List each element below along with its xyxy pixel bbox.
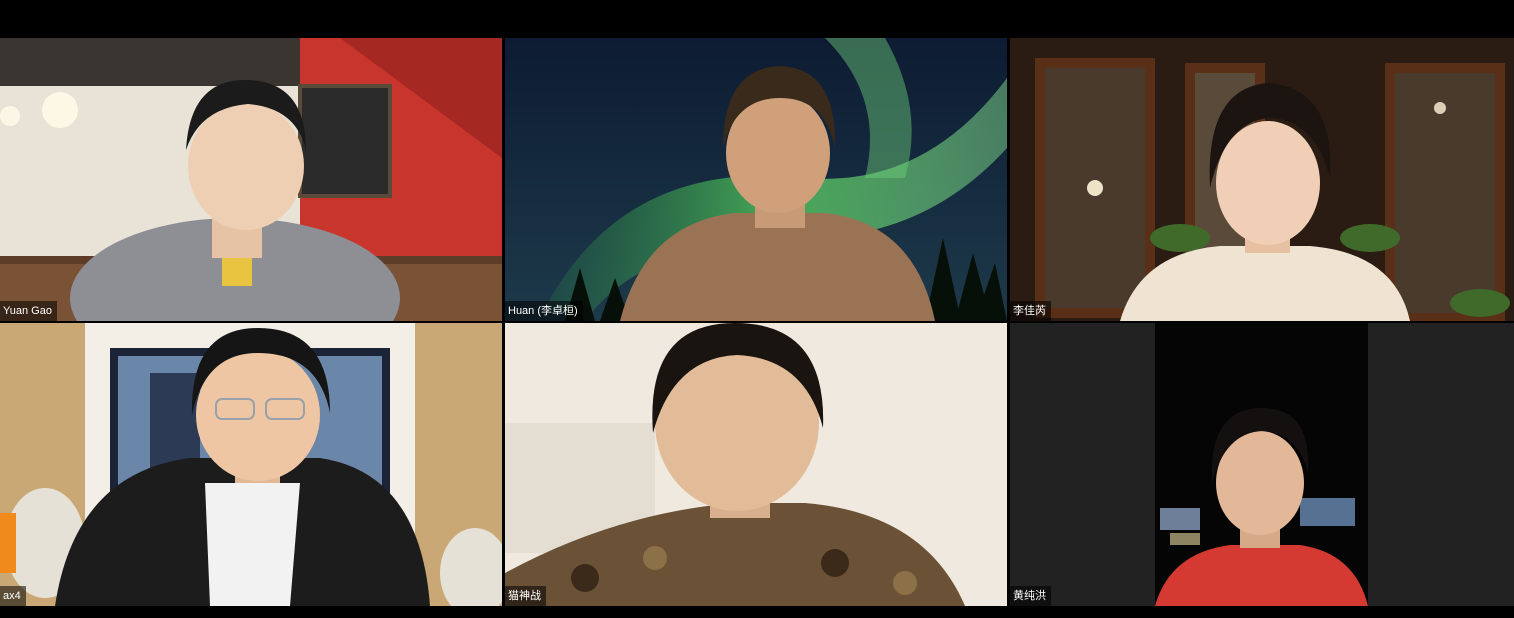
participant-name-label: Yuan Gao: [0, 301, 57, 321]
participant-video: [505, 323, 1007, 606]
participant-name-label: Huan (李卓桓): [505, 301, 583, 321]
participant-tile-huang-chunhong[interactable]: 黄纯洪: [1010, 323, 1514, 606]
participant-name-label: 猫神战: [505, 586, 546, 606]
participant-name-label: 李佳芮: [1010, 301, 1051, 321]
participant-tile-ax4[interactable]: ax4: [0, 323, 502, 606]
participant-tile-huan[interactable]: Huan (李卓桓): [505, 38, 1007, 321]
participant-video: [0, 323, 502, 606]
participant-name-label: 黄纯洪: [1010, 586, 1051, 606]
video-gallery-grid: Yuan Gao Huan (李卓桓) 李佳芮 ax4 猫神战 黄纯洪: [0, 38, 1514, 606]
participant-tile-mao-shen-zhan[interactable]: 猫神战: [505, 323, 1007, 606]
participant-video: [505, 38, 1007, 321]
participant-video: [1010, 323, 1514, 606]
participant-name-label: ax4: [0, 586, 26, 606]
participant-tile-yuan-gao[interactable]: Yuan Gao: [0, 38, 502, 321]
participant-video: [0, 38, 502, 321]
participant-video: [1010, 38, 1514, 321]
participant-tile-li-jiarui[interactable]: 李佳芮: [1010, 38, 1514, 321]
